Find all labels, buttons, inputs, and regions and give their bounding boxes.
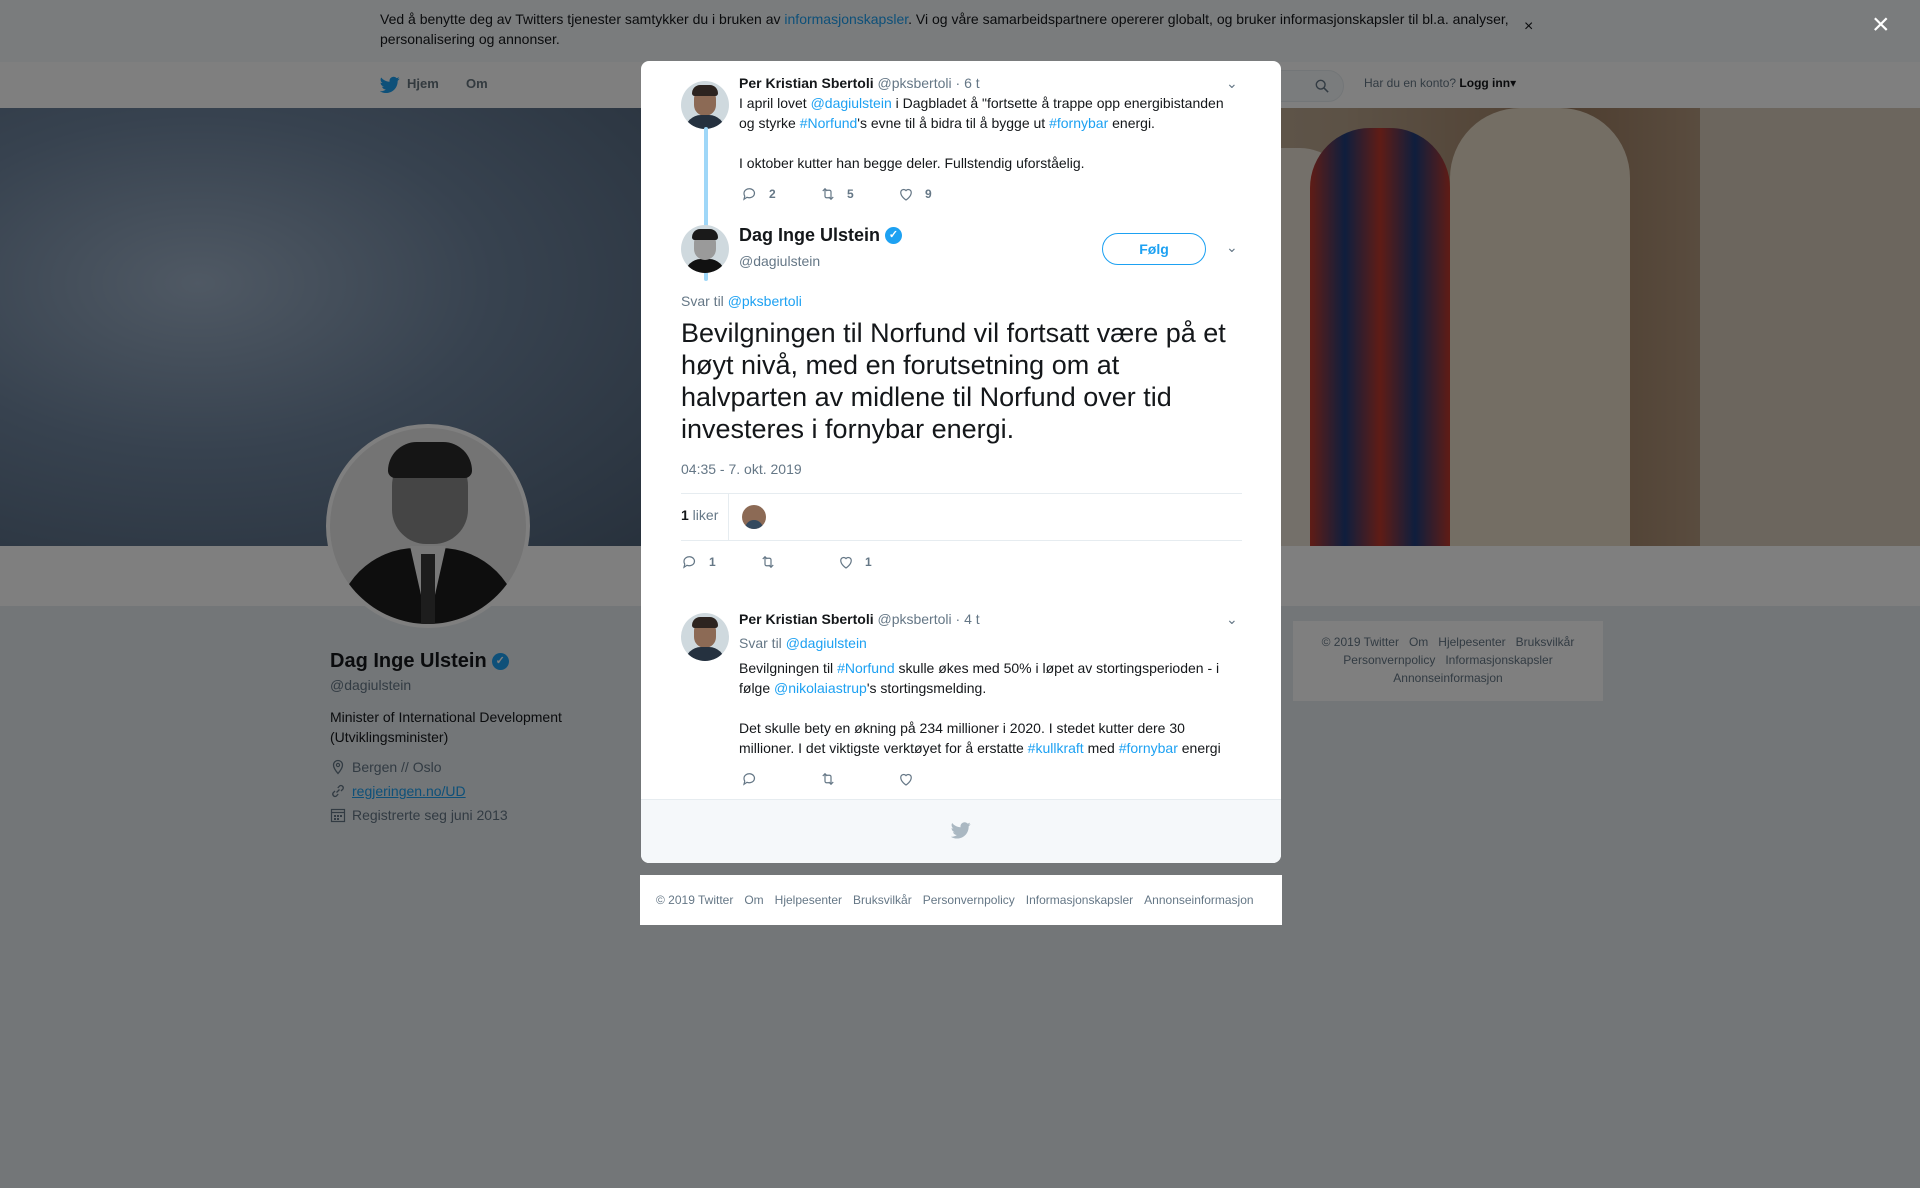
author-name[interactable]: Per Kristian Sbertoli — [739, 75, 874, 91]
retweet-icon — [822, 187, 834, 201]
footer-copyright: © 2019 Twitter — [656, 893, 734, 907]
retweet-icon — [762, 555, 774, 569]
retweet-icon — [822, 772, 834, 786]
hashtag-link[interactable]: #fornybar — [1049, 115, 1108, 131]
mention-link[interactable]: @nikolaiastrup — [774, 680, 867, 696]
author-handle[interactable]: @pksbertoli — [877, 611, 951, 627]
hashtag-link[interactable]: #fornybar — [1119, 740, 1178, 756]
tweet-actions — [741, 770, 975, 788]
mention-link[interactable]: @dagiulstein — [811, 95, 892, 111]
footer-link-privacy[interactable]: Personvernpolicy — [923, 893, 1015, 907]
tweet-text-line: I oktober kutter han begge deler. Fullst… — [739, 155, 1085, 171]
tweet-header: Per Kristian Sbertoli @pksbertoli · 4 t — [739, 611, 980, 627]
modal-bottom-bar — [641, 799, 1281, 863]
chevron-down-icon[interactable]: ⌄ — [1226, 611, 1238, 628]
tweet-time[interactable]: · 4 t — [956, 611, 980, 627]
avatar[interactable] — [681, 81, 729, 129]
likes-row: 1 liker — [681, 493, 1242, 541]
retweet-count: 5 — [847, 187, 854, 201]
author-name[interactable]: Per Kristian Sbertoli — [739, 611, 874, 627]
reply-to-line: Svar til @pksbertoli — [681, 293, 802, 309]
avatar[interactable] — [681, 613, 729, 661]
hashtag-link[interactable]: #Norfund — [800, 115, 858, 131]
reply-to-link[interactable]: @dagiulstein — [786, 635, 867, 651]
heart-icon — [900, 773, 912, 786]
follow-button[interactable]: Følg — [1102, 233, 1206, 265]
chevron-down-icon[interactable]: ⌄ — [1226, 75, 1238, 92]
main-tweet-text: Bevilgningen til Norfund vil fortsatt væ… — [681, 318, 1226, 444]
tweet-actions: 1 1 — [681, 553, 915, 571]
like-button[interactable]: 1 — [837, 553, 915, 571]
tweet-time[interactable]: · 6 t — [956, 75, 980, 91]
author-name[interactable]: Dag Inge Ulstein — [739, 225, 880, 246]
reply-icon — [683, 556, 696, 569]
footer-link-ads[interactable]: Annonseinformasjon — [1144, 893, 1253, 907]
reply-count: 1 — [709, 555, 716, 569]
tweet-text: I april lovet @dagiulstein i Dagbladet å… — [739, 93, 1239, 173]
hashtag-link[interactable]: #kullkraft — [1028, 740, 1084, 756]
tweet-modal: Per Kristian Sbertoli @pksbertoli · 6 t … — [641, 61, 1281, 863]
reply-button[interactable] — [741, 770, 819, 788]
tweet-header: Per Kristian Sbertoli @pksbertoli · 6 t — [739, 75, 980, 91]
chevron-down-icon[interactable]: ⌄ — [1226, 239, 1238, 256]
like-count: 1 — [865, 555, 872, 569]
close-icon[interactable]: × — [1872, 10, 1890, 40]
reply-to-line: Svar til @dagiulstein — [739, 635, 867, 651]
modal-footer: © 2019 Twitter Om Hjelpesenter Bruksvilk… — [640, 875, 1282, 925]
reply-button[interactable]: 2 — [741, 185, 819, 203]
likes-summary[interactable]: 1 liker — [681, 507, 718, 523]
footer-link-cookies[interactable]: Informasjonskapsler — [1026, 893, 1133, 907]
tweet-actions: 2 5 9 — [741, 185, 975, 203]
reply-count: 2 — [769, 187, 776, 201]
footer-link-terms[interactable]: Bruksvilkår — [853, 893, 912, 907]
hashtag-link[interactable]: #Norfund — [837, 660, 895, 676]
tweet-timestamp[interactable]: 04:35 - 7. okt. 2019 — [681, 461, 802, 477]
heart-icon — [900, 188, 912, 201]
like-count: 9 — [925, 187, 932, 201]
heart-icon — [840, 556, 852, 569]
twitter-bird-icon — [951, 822, 971, 839]
retweet-button[interactable]: 5 — [819, 185, 897, 203]
like-button[interactable]: 9 — [897, 185, 975, 203]
liker-avatar[interactable] — [742, 505, 766, 529]
main-author-name[interactable]: Dag Inge Ulstein ✓ — [739, 225, 903, 246]
reply-icon — [743, 188, 756, 201]
author-handle[interactable]: @pksbertoli — [877, 75, 951, 91]
reply-icon — [743, 773, 756, 786]
retweet-button[interactable] — [759, 553, 837, 571]
retweet-button[interactable] — [819, 770, 897, 788]
author-handle[interactable]: @dagiulstein — [739, 253, 820, 269]
reply-button[interactable]: 1 — [681, 553, 759, 571]
like-button[interactable] — [897, 770, 975, 788]
tweet-text: Bevilgningen til #Norfund skulle økes me… — [739, 660, 1221, 756]
verified-badge-icon: ✓ — [885, 227, 903, 244]
footer-link-about[interactable]: Om — [744, 893, 763, 907]
footer-link-help[interactable]: Hjelpesenter — [775, 893, 842, 907]
divider — [728, 494, 729, 540]
avatar[interactable] — [681, 225, 729, 273]
reply-to-link[interactable]: @pksbertoli — [728, 293, 802, 309]
